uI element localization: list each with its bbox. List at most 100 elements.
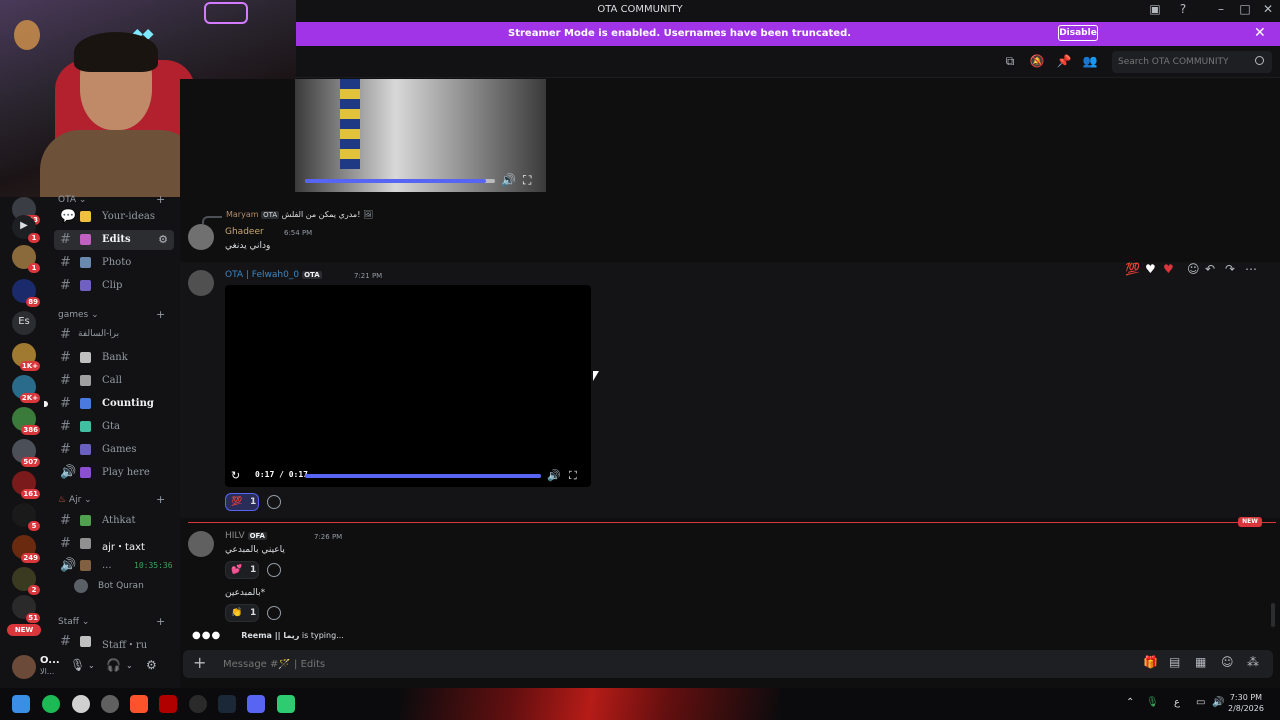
close-banner-icon[interactable]: ✕ [1254,25,1266,41]
message-author[interactable]: Ghadeer [225,227,264,237]
chevron-up-icon[interactable]: ⌃ [1126,697,1134,708]
volume-icon[interactable]: 🔊 [501,173,516,187]
app-icon[interactable] [189,695,207,713]
message-input[interactable] [223,656,623,672]
settings-app-icon[interactable] [101,695,119,713]
channel-staff-ru[interactable]: # Staff・ru [54,632,174,652]
server-icon[interactable]: 51 [12,595,40,623]
channel-voice-dots[interactable]: 🔊 ... 10:35:36 [54,556,174,576]
channel-edits[interactable]: # Edits ⚙ [54,230,174,250]
channel-counting[interactable]: # Counting [44,394,174,414]
message-author[interactable]: HILV OFA [225,531,267,541]
language-indicator[interactable]: ع [1174,697,1180,708]
add-reaction-icon[interactable]: ☺ [1187,262,1200,276]
server-icon[interactable]: Es [12,311,36,335]
category-ota[interactable]: OTA ⌄ + [58,193,165,206]
microphone-icon[interactable]: 🎙 [70,658,85,672]
server-icon[interactable]: ▶ 1 [12,215,40,243]
reply-icon[interactable]: ↶ [1205,262,1215,276]
obs-icon[interactable] [72,695,90,713]
windows-start-icon[interactable] [12,695,30,713]
more-options-icon[interactable]: ⋯ [1245,262,1257,276]
message-author[interactable]: OTA | Felwah0_0 OTA [225,270,322,280]
help-icon[interactable]: ? [1172,2,1194,16]
channel-bra-alsalfa[interactable]: # برا-السالفة [54,325,174,345]
avatar[interactable] [188,224,214,250]
clock[interactable]: 7:30 PM 2/8/2026 [1228,692,1264,714]
heart-red-icon[interactable]: ♥ [1163,262,1174,276]
volume-tray-icon[interactable]: 🔊 [1212,697,1224,708]
video-player[interactable]: ↻ 0:17 / 0:17 🔊 ⛶ [225,285,591,487]
avatar[interactable] [188,531,214,557]
scrollbar[interactable] [1271,603,1275,627]
members-icon[interactable]: 👥 [1082,54,1098,70]
app-icon[interactable] [277,695,295,713]
category-ajr[interactable]: ♨ Ajr ⌄ + [58,493,165,506]
avatar[interactable] [12,655,36,679]
channel-your-ideas[interactable]: 💬 Your-ideas [54,207,174,227]
threads-icon[interactable]: ⧉ [1002,54,1018,70]
server-icon[interactable]: 1K+ [12,343,40,371]
netflix-icon[interactable] [159,695,177,713]
channel-call[interactable]: # Call [54,371,174,391]
server-icon[interactable]: 2 [12,567,40,595]
chevron-down-icon[interactable]: ⌄ [126,661,133,670]
brave-icon[interactable] [130,695,148,713]
replay-icon[interactable]: ↻ [231,469,240,482]
category-staff[interactable]: Staff ⌄ + [58,615,165,628]
channel-ajr-taxt[interactable]: # ajr・taxt [54,534,174,554]
reply-preview[interactable]: Maryam OTA مدري يمكن من الفلش! 🖼 [226,210,373,219]
add-reaction-icon[interactable] [267,563,281,577]
channel-photo[interactable]: # Photo [54,253,174,273]
discord-icon[interactable] [247,695,265,713]
add-channel-icon[interactable]: + [156,493,165,506]
disable-streamer-mode-button[interactable]: Disable [1058,25,1098,41]
add-channel-icon[interactable]: + [156,193,165,206]
network-icon[interactable]: ▭ [1196,697,1205,708]
server-icon[interactable]: 2K+ [12,375,40,403]
minimize-button[interactable]: – [1210,2,1232,16]
avatar[interactable] [188,270,214,296]
add-reaction-icon[interactable] [267,495,281,509]
server-icon[interactable]: 386 [12,407,40,435]
reaction-pill[interactable]: 💯 1 [225,493,259,511]
emoji-icon[interactable]: ☺ [1221,655,1234,669]
server-icon[interactable]: 249 [12,535,40,563]
mute-bell-icon[interactable]: 🔕 [1029,54,1045,70]
attach-plus-icon[interactable]: + [193,653,206,672]
steam-icon[interactable] [218,695,236,713]
server-icon[interactable]: 507 [12,439,40,467]
add-channel-icon[interactable]: + [156,308,165,321]
fullscreen-icon[interactable]: ⛶ [569,469,577,483]
reaction-pill[interactable]: 💕 1 [225,561,259,579]
gif-icon[interactable]: ▤ [1169,655,1180,669]
volume-icon[interactable]: 🔊 [547,469,561,482]
headphones-icon[interactable]: 🎧 [106,658,121,672]
search-input[interactable] [1118,54,1248,70]
video-embed-top[interactable]: 🔊 ⛶ [295,79,546,192]
video-progress-bar[interactable] [305,179,495,183]
heart-white-icon[interactable]: ♥ [1145,262,1156,276]
gear-icon[interactable]: ⚙ [158,233,168,246]
channel-clip[interactable]: # Clip [54,276,174,296]
hundred-reaction-icon[interactable]: 💯 [1125,262,1140,276]
channel-athkat[interactable]: # Athkat [54,511,174,531]
microphone-tray-icon[interactable]: 🎙 [1146,697,1159,708]
channel-games[interactable]: # Games [54,440,174,460]
category-games[interactable]: games ⌄ + [58,308,165,321]
pin-icon[interactable]: 📌 [1056,54,1072,70]
spotify-icon[interactable] [42,695,60,713]
search-box[interactable] [1112,51,1272,73]
channel-play-here[interactable]: 🔊 Play here [54,463,174,483]
settings-gear-icon[interactable]: ⚙ [146,658,157,672]
reaction-pill[interactable]: 👏 1 [225,604,259,622]
maximize-button[interactable]: □ [1234,2,1256,16]
video-progress-bar[interactable] [305,474,541,478]
sticker-icon[interactable]: ▦ [1195,655,1206,669]
add-reaction-icon[interactable] [267,606,281,620]
server-icon[interactable]: 5 [12,503,40,531]
screen-share-icon[interactable]: ▣ [1144,2,1166,16]
channel-bank[interactable]: # Bank [54,348,174,368]
forward-icon[interactable]: ↷ [1225,262,1235,276]
fullscreen-icon[interactable]: ⛶ [523,173,531,188]
